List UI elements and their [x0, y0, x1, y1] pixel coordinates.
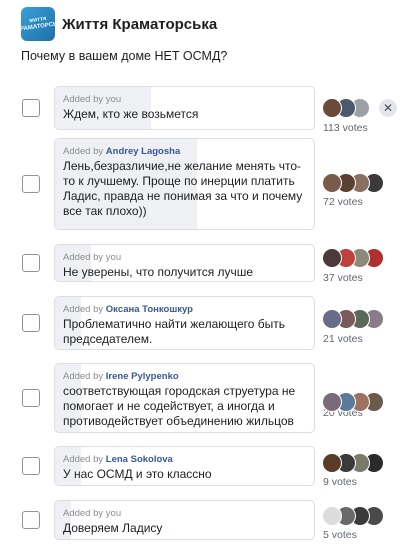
poll-option-text: Проблематично найти желающего быть предс… [63, 317, 286, 346]
added-by-line: Added by you [63, 93, 306, 106]
voter-avatar[interactable] [322, 506, 342, 526]
vote-count[interactable]: 9 votes [323, 476, 357, 488]
voter-avatars[interactable] [322, 248, 384, 270]
added-by-prefix: Added by [63, 371, 104, 382]
added-by-line: Added by Andrey Lagosha [63, 145, 306, 158]
poll-option[interactable]: Added by you Ждем, кто же возьмется [54, 86, 315, 130]
poll-option[interactable]: Added by you Не уверены, что получится лу… [54, 244, 315, 282]
vote-count[interactable]: 37 votes [323, 272, 363, 284]
poll-option-checkbox[interactable] [22, 457, 40, 475]
poll-option-checkbox[interactable] [22, 175, 40, 193]
poll-option[interactable]: Added by Andrey Lagosha Лень,безразличие,… [54, 138, 315, 230]
added-by-you: you [105, 94, 122, 105]
added-by-you: you [105, 508, 122, 519]
voter-avatars[interactable] [322, 173, 384, 195]
vote-count[interactable]: 72 votes [323, 196, 363, 208]
added-by-name[interactable]: Lena Sokolova [106, 454, 173, 465]
added-by-prefix: Added by [63, 252, 104, 263]
poll-option[interactable]: Added by you Доверяем Ладису [54, 500, 315, 540]
added-by-name[interactable]: Andrey Lagosha [106, 146, 180, 157]
poll-option-checkbox[interactable] [22, 389, 40, 407]
added-by-name[interactable]: Irene Pylypenko [106, 371, 179, 382]
voter-avatar[interactable] [322, 309, 342, 329]
added-by-you: you [105, 252, 122, 263]
voter-avatars[interactable] [322, 309, 384, 331]
voter-avatar[interactable] [322, 248, 342, 268]
voter-avatars[interactable] [322, 453, 384, 475]
added-by-line: Added by you [63, 507, 306, 520]
voter-avatars[interactable] [322, 506, 384, 528]
poll-option[interactable]: Added by Lena Sokolova У нас ОСМД и это к… [54, 446, 315, 486]
poll-option-checkbox[interactable] [22, 314, 40, 332]
poll-option-text: соответствующая городская струетура не п… [63, 384, 296, 428]
poll-option-text: Не уверены, что получится лучше [63, 265, 254, 279]
vote-count[interactable]: 5 votes [323, 529, 357, 541]
added-by-prefix: Added by [63, 508, 104, 519]
vote-count[interactable]: 21 votes [323, 333, 363, 345]
added-by-line: Added by Оксана Тонкошкур [63, 303, 306, 316]
poll-option-checkbox[interactable] [22, 99, 40, 117]
added-by-prefix: Added by [63, 454, 104, 465]
poll-option-checkbox[interactable] [22, 254, 40, 272]
poll-option-text: Лень,безразличие,не желание менять что-т… [63, 159, 303, 218]
added-by-line: Added by Lena Sokolova [63, 453, 306, 466]
voter-avatars[interactable] [322, 98, 382, 120]
added-by-line: Added by Irene Pylypenko [63, 370, 306, 383]
poll-option[interactable]: Added by Irene Pylypenko соответствующая … [54, 363, 315, 433]
added-by-prefix: Added by [63, 94, 104, 105]
poll-option-text: Ждем, кто же возьмется [63, 107, 199, 121]
added-by-name[interactable]: Оксана Тонкошкур [106, 304, 193, 315]
voter-avatar[interactable] [322, 392, 342, 412]
added-by-prefix: Added by [63, 304, 104, 315]
voter-avatar[interactable] [322, 453, 342, 473]
voter-avatar[interactable] [322, 173, 342, 193]
close-icon[interactable]: ✕ [379, 99, 397, 117]
poll-option-text: У нас ОСМД и это классно [63, 467, 212, 481]
poll-option-text: Доверяем Ладису [63, 521, 163, 535]
voter-avatar[interactable] [322, 98, 342, 118]
vote-count[interactable]: 113 votes [323, 122, 368, 134]
added-by-line: Added by you [63, 251, 306, 264]
added-by-prefix: Added by [63, 146, 104, 157]
poll-option[interactable]: Added by Оксана Тонкошкур Проблематично н… [54, 296, 315, 350]
poll-option-checkbox[interactable] [22, 511, 40, 529]
poll-options-list: Added by you Ждем, кто же возьмется 113 vo… [0, 0, 420, 557]
